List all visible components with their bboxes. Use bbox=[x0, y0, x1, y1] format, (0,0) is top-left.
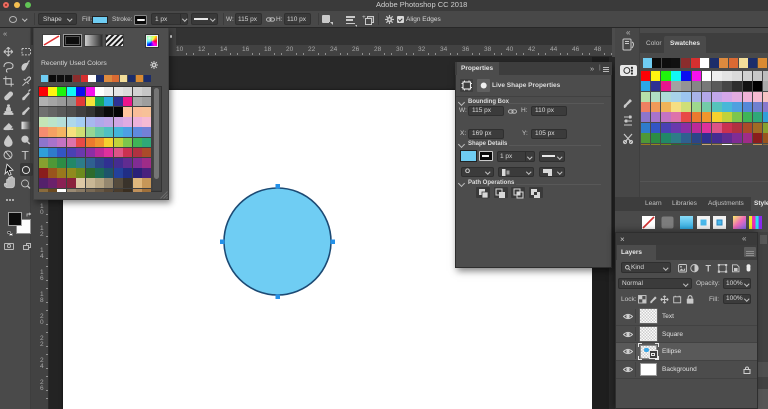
svg-text:T: T bbox=[706, 264, 712, 273]
svg-text:T: T bbox=[22, 148, 30, 162]
